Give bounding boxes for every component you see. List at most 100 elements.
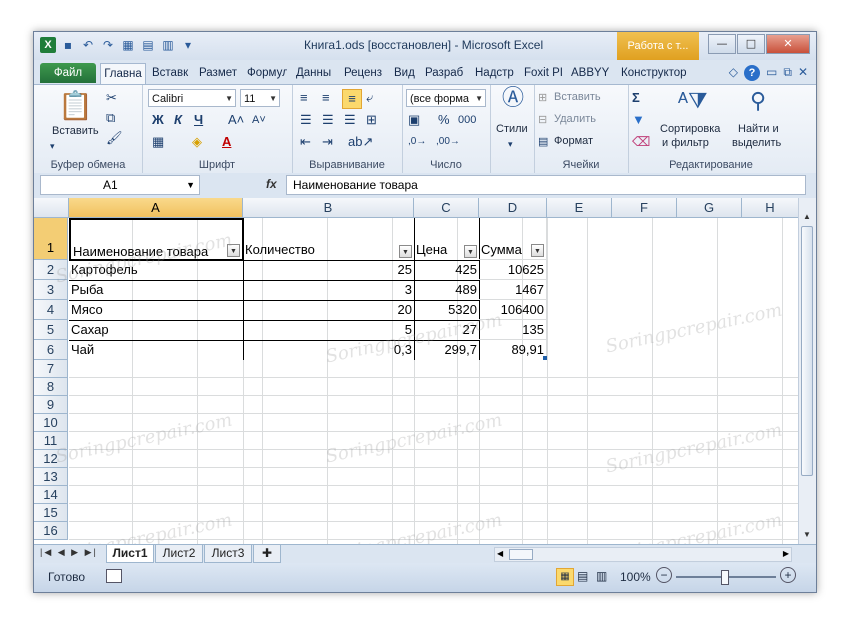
borders-icon[interactable]: ▦ xyxy=(152,135,164,149)
table-cell[interactable]: 89,91 xyxy=(479,340,547,360)
row-header-15[interactable]: 15 xyxy=(34,504,68,522)
decrease-decimal-icon[interactable]: ,00→ xyxy=(436,135,460,149)
macro-record-icon[interactable] xyxy=(106,569,122,583)
number-format-combo[interactable]: (все форма ▼ xyxy=(406,89,486,107)
filter-dropdown-icon[interactable]: ▼ xyxy=(531,244,544,257)
vertical-scrollbar[interactable]: ▲ ▼ xyxy=(798,198,816,544)
decrease-indent-icon[interactable]: ⇤ xyxy=(300,135,311,149)
cut-icon[interactable]: ✂ xyxy=(106,91,117,105)
column-header-d[interactable]: D xyxy=(479,198,547,218)
name-box[interactable]: A1 ▼ xyxy=(40,175,200,195)
clear-icon[interactable]: ⌫ xyxy=(632,135,650,149)
table-cell[interactable]: 489 xyxy=(414,280,480,301)
tab-data[interactable]: Данны xyxy=(296,63,336,83)
filter-dropdown-icon[interactable]: ▼ xyxy=(227,244,240,257)
sheet-tab-2[interactable]: Лист2 xyxy=(155,545,203,563)
find-select-label-2[interactable]: выделить xyxy=(732,137,781,149)
tab-review[interactable]: Реценз xyxy=(344,63,386,83)
underline-icon[interactable]: Ч xyxy=(194,113,203,127)
table-cell[interactable]: 0,3 xyxy=(243,340,415,360)
doc-close-icon[interactable]: ✕ xyxy=(798,65,808,81)
paste-dropdown-icon[interactable]: ▾ xyxy=(50,139,55,153)
zoom-slider-thumb[interactable] xyxy=(721,570,729,585)
row-header-2[interactable]: 2 xyxy=(34,260,68,280)
currency-icon[interactable]: ▣ xyxy=(408,113,420,127)
zoom-slider[interactable] xyxy=(676,570,776,585)
zoom-out-icon[interactable]: − xyxy=(656,567,672,583)
scroll-down-icon[interactable]: ▼ xyxy=(803,530,811,539)
insert-cells-icon[interactable]: ⊞ xyxy=(538,91,547,105)
normal-view-icon[interactable]: ▦ xyxy=(556,568,574,586)
calculator-icon[interactable]: ▥ xyxy=(160,37,176,53)
table-cell[interactable]: 135 xyxy=(479,320,547,340)
help-icon[interactable]: ? xyxy=(744,65,761,81)
fill-color-icon[interactable]: ◈ xyxy=(192,135,202,149)
tab-developer[interactable]: Разраб xyxy=(425,63,467,83)
column-header-h[interactable]: H xyxy=(742,198,799,218)
page-break-view-icon[interactable]: ▥ xyxy=(596,569,607,583)
sheet-tab-3[interactable]: Лист3 xyxy=(204,545,252,563)
row-header-7[interactable]: 7 xyxy=(34,360,68,378)
row-header-12[interactable]: 12 xyxy=(34,450,68,468)
increase-decimal-icon[interactable]: ,0→ xyxy=(408,135,426,149)
align-left-icon[interactable]: ☰ xyxy=(300,113,312,127)
copy-icon[interactable]: ⧉ xyxy=(106,111,115,125)
table-cell[interactable]: Рыба xyxy=(69,280,244,301)
font-size-combo[interactable]: 11 ▼ xyxy=(240,89,280,107)
column-header-a[interactable]: A xyxy=(69,198,243,218)
filter-dropdown-icon[interactable]: ▼ xyxy=(464,245,477,258)
format-painter-icon[interactable]: 🖌 xyxy=(106,131,123,145)
scroll-left-icon[interactable]: ◀ xyxy=(497,549,503,558)
tab-formulas[interactable]: Формул xyxy=(247,63,287,83)
sort-filter-label-2[interactable]: и фильтр xyxy=(662,137,709,149)
customize-qat-icon[interactable]: ▾ xyxy=(180,37,196,53)
excel-logo-icon[interactable]: X xyxy=(40,37,56,53)
row-header-14[interactable]: 14 xyxy=(34,486,68,504)
table-cell[interactable]: 299,7 xyxy=(414,340,480,360)
row-header-1[interactable]: 1 xyxy=(34,218,68,260)
row-header-13[interactable]: 13 xyxy=(34,468,68,486)
align-top-icon[interactable]: ≡ xyxy=(300,91,308,105)
zoom-in-icon[interactable]: + xyxy=(780,567,796,583)
horizontal-scroll-thumb[interactable] xyxy=(509,549,533,560)
align-bottom-icon[interactable]: ≡ xyxy=(342,89,362,109)
doc-minimize-icon[interactable]: ▭ xyxy=(766,65,777,81)
grow-font-icon[interactable]: A˄ xyxy=(228,113,244,127)
bold-icon[interactable]: Ж xyxy=(152,113,164,127)
paste-icon[interactable]: 📋 xyxy=(58,91,93,121)
filter-dropdown-icon[interactable]: ▼ xyxy=(399,245,412,258)
styles-button[interactable]: Стили xyxy=(496,123,528,135)
column-header-g[interactable]: G xyxy=(677,198,742,218)
zoom-level[interactable]: 100% xyxy=(620,570,651,584)
row-header-16[interactable]: 16 xyxy=(34,522,68,540)
increase-indent-icon[interactable]: ⇥ xyxy=(322,135,333,149)
autosum-icon[interactable]: Σ xyxy=(632,91,640,105)
tab-home[interactable]: Главна xyxy=(100,63,146,84)
format-cells-icon[interactable]: ▤ xyxy=(538,135,548,149)
font-name-combo[interactable]: Calibri ▼ xyxy=(148,89,236,107)
table-cell[interactable]: Чай xyxy=(69,340,244,360)
column-header-f[interactable]: F xyxy=(612,198,677,218)
tab-insert[interactable]: Вставк xyxy=(152,63,192,83)
fill-icon[interactable]: ▼ xyxy=(632,113,645,127)
tab-design[interactable]: Конструктор xyxy=(621,63,693,83)
horizontal-scrollbar[interactable]: ◀ ▶ xyxy=(494,547,792,562)
format-cells-button[interactable]: Формат xyxy=(554,135,593,147)
sheet-navigation-icon[interactable]: |◀ ◀ ▶ ▶| xyxy=(40,547,98,558)
maximize-button[interactable]: □ xyxy=(737,34,765,54)
scroll-up-icon[interactable]: ▲ xyxy=(803,212,811,221)
doc-restore-icon[interactable]: ⧉ xyxy=(783,65,792,81)
find-select-label-1[interactable]: Найти и xyxy=(738,123,779,135)
close-button[interactable]: ✕ xyxy=(766,34,810,54)
minimize-ribbon-icon[interactable]: ◇ xyxy=(729,65,738,81)
table-cell[interactable]: Мясо xyxy=(69,300,244,321)
table-cell[interactable]: 5320 xyxy=(414,300,480,321)
table-cell[interactable]: 20 xyxy=(243,300,415,321)
column-header-b[interactable]: B xyxy=(243,198,414,218)
merge-cells-icon[interactable]: ⊞ xyxy=(366,113,377,127)
tab-addins[interactable]: Надстр xyxy=(475,63,517,83)
page-layout-view-icon[interactable]: ▤ xyxy=(577,569,588,583)
redo-icon[interactable]: ↷ xyxy=(100,37,116,53)
row-header-3[interactable]: 3 xyxy=(34,280,68,300)
table-cell[interactable]: 25 xyxy=(243,260,415,281)
